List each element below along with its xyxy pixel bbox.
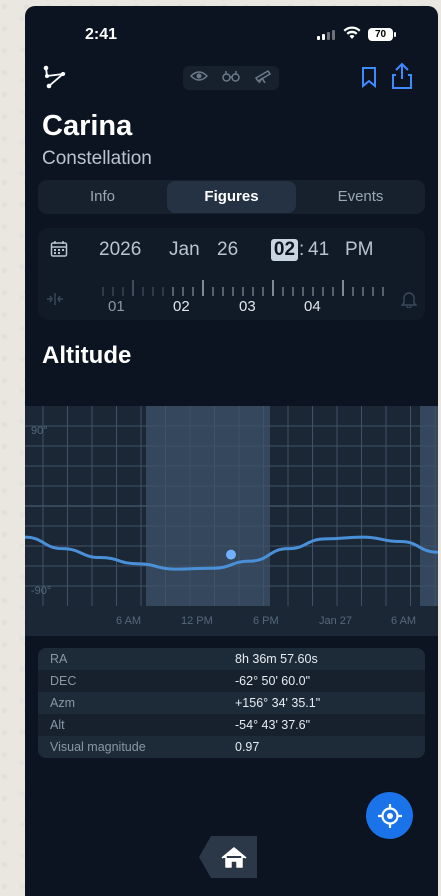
coord-value: -54° 43' 37.6" xyxy=(235,718,311,732)
altitude-chart[interactable]: 90° -90° 6 AM 12 PM 6 PM Jan 27 6 AM xyxy=(25,406,438,636)
battery-icon: 70 xyxy=(368,28,393,41)
status-bar: 2:41 70 xyxy=(25,6,438,56)
coord-label: Alt xyxy=(50,718,65,732)
object-name: Carina xyxy=(42,110,133,142)
x-axis-label: Jan 27 xyxy=(319,615,352,627)
table-row: Visual magnitude 0.97 xyxy=(38,736,425,758)
binoculars-icon[interactable] xyxy=(222,69,240,87)
month-field[interactable]: Jan xyxy=(169,239,200,261)
x-axis-label: 6 AM xyxy=(391,615,416,627)
ruler-hour-label: 04 xyxy=(304,298,321,315)
coordinates-table: RA 8h 36m 57.60s DEC -62° 50' 60.0" Azm +15… xyxy=(38,648,425,758)
current-position-marker xyxy=(226,549,236,560)
object-type: Constellation xyxy=(42,148,152,169)
view-mode-selector xyxy=(183,66,279,90)
wifi-icon xyxy=(343,26,361,45)
ruler-hour-label: 03 xyxy=(239,298,256,315)
coord-label: Visual magnitude xyxy=(50,740,146,754)
set-now-icon[interactable] xyxy=(46,292,64,309)
day-field[interactable]: 26 xyxy=(217,239,238,261)
bookmark-icon[interactable] xyxy=(361,66,377,93)
coord-value: -62° 50' 60.0" xyxy=(235,674,311,688)
status-time: 2:41 xyxy=(85,26,118,43)
segmented-tabs: Info Figures Events xyxy=(38,180,425,214)
top-toolbar xyxy=(25,62,438,98)
coord-value: 0.97 xyxy=(235,740,260,754)
tab-info[interactable]: Info xyxy=(38,180,167,214)
minute-field[interactable]: 41 xyxy=(308,239,329,261)
cellular-signal-icon xyxy=(317,30,335,40)
home-button[interactable] xyxy=(197,834,259,885)
calendar-icon[interactable] xyxy=(50,240,68,263)
coord-label: DEC xyxy=(50,674,77,688)
table-row: Alt -54° 43' 37.6" xyxy=(38,714,425,736)
table-row: RA 8h 36m 57.60s xyxy=(38,648,425,670)
constellation-logo-icon[interactable] xyxy=(41,64,71,97)
battery-cap xyxy=(394,32,396,37)
ruler-hour-label: 01 xyxy=(108,298,125,315)
year-field[interactable]: 2026 xyxy=(99,239,141,261)
share-icon[interactable] xyxy=(391,62,413,95)
table-row: DEC -62° 50' 60.0" xyxy=(38,670,425,692)
coord-label: RA xyxy=(50,652,68,666)
x-axis-label: 12 PM xyxy=(181,615,213,627)
tab-figures[interactable]: Figures xyxy=(167,181,296,213)
phone-screen: 2:41 70 Carina Constellation Info Figure… xyxy=(25,6,438,896)
y-axis-label-bottom: -90° xyxy=(31,585,51,597)
table-row: Azm +156° 34' 35.1" xyxy=(38,692,425,714)
x-axis-label: 6 PM xyxy=(253,615,279,627)
eye-icon[interactable] xyxy=(189,69,209,87)
telescope-icon[interactable] xyxy=(254,69,272,88)
bell-icon[interactable] xyxy=(400,290,418,313)
hour-ruler-slider[interactable] xyxy=(98,280,388,298)
ampm-field[interactable]: PM xyxy=(345,239,374,261)
hour-field-selected[interactable]: 02 xyxy=(271,239,298,261)
coord-value: 8h 36m 57.60s xyxy=(235,652,318,666)
coord-label: Azm xyxy=(50,696,75,710)
time-colon: : xyxy=(299,239,305,260)
ruler-hour-label: 02 xyxy=(173,298,190,315)
coord-value: +156° 34' 35.1" xyxy=(235,696,321,710)
locate-button[interactable] xyxy=(366,792,413,839)
x-axis-label: 6 AM xyxy=(116,615,141,627)
y-axis-label-top: 90° xyxy=(31,425,48,437)
crosshair-icon xyxy=(377,803,402,828)
altitude-heading: Altitude xyxy=(42,342,132,369)
tab-events[interactable]: Events xyxy=(296,180,425,214)
date-time-panel: 2026 Jan 26 02 : 41 PM 01 02 03 04 xyxy=(38,228,425,320)
